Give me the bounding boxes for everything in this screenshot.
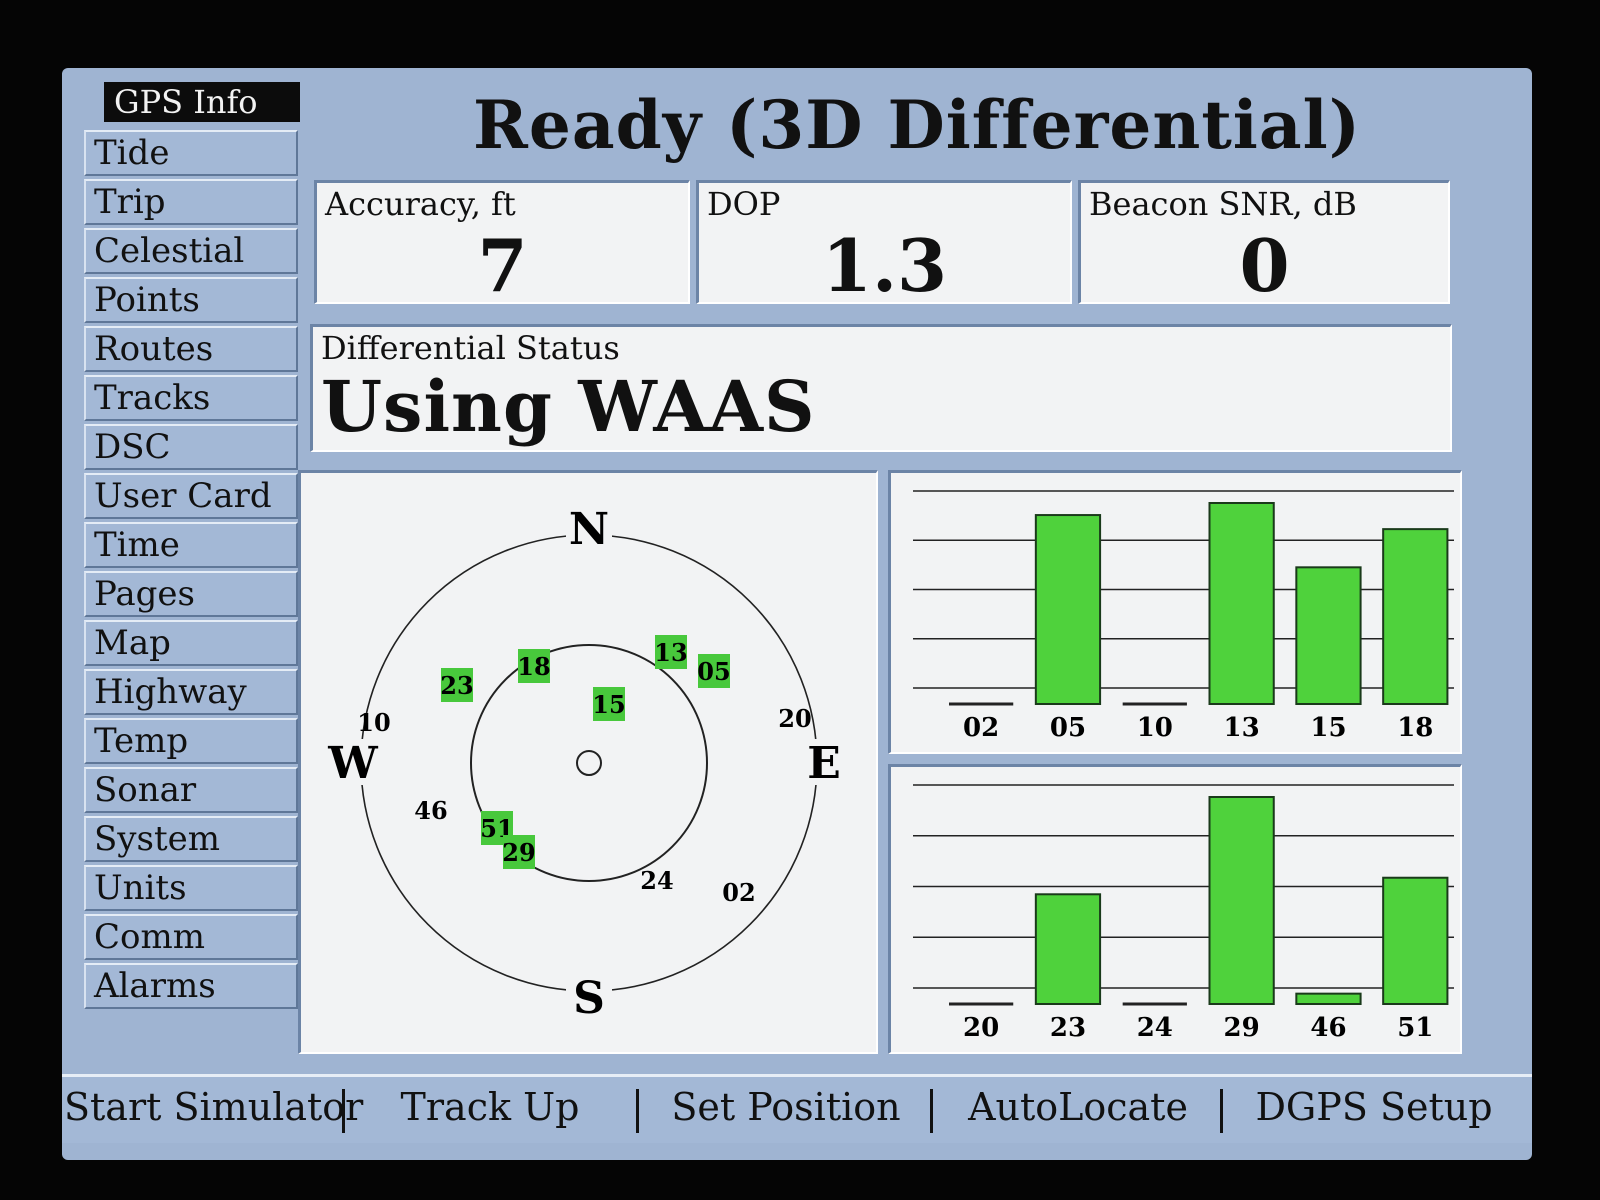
- signal-bar-13: [1208, 502, 1275, 705]
- satellite-13: 13: [654, 635, 688, 669]
- signal-bar-label-23: 23: [1050, 1013, 1086, 1043]
- gps-screen: GPS Info Tide Trip Celestial Points Rout…: [62, 68, 1532, 1160]
- softkey-divider: [930, 1089, 933, 1133]
- sidebar-item-time[interactable]: Time: [84, 522, 298, 568]
- dop-label: DOP: [707, 185, 781, 223]
- set-position-button[interactable]: Set Position: [642, 1077, 930, 1143]
- svg-text:23: 23: [440, 671, 473, 700]
- dgps-setup-button[interactable]: DGPS Setup: [1226, 1077, 1522, 1143]
- softkey-divider: [636, 1089, 639, 1133]
- sidebar-item-pages[interactable]: Pages: [84, 571, 298, 617]
- signal-bar-label-02: 02: [963, 713, 999, 743]
- south-label: S: [573, 973, 605, 1024]
- differential-status-label: Differential Status: [321, 329, 620, 367]
- sidebar-item-celestial[interactable]: Celestial: [84, 228, 298, 274]
- satellite-23: 23: [440, 668, 474, 702]
- sky-view-plot: N S W E 23 18 13 05 15 51 29 10 20 46 24…: [327, 504, 847, 1024]
- beacon-snr-value: 0: [1239, 223, 1290, 308]
- sidebar-item-sonar[interactable]: Sonar: [84, 767, 298, 813]
- signal-bar-label-18: 18: [1397, 713, 1433, 743]
- horizon-ring: [360, 534, 818, 992]
- sidebar-item-dsc[interactable]: DSC: [84, 424, 298, 470]
- east-label: E: [807, 738, 841, 789]
- sidebar-item-alarms[interactable]: Alarms: [84, 963, 298, 1009]
- track-up-button[interactable]: Track Up: [348, 1077, 632, 1143]
- svg-text:13: 13: [654, 638, 687, 667]
- signal-strength-panel-bottom: 20 23 24 29 46 51: [888, 764, 1462, 1054]
- dop-field[interactable]: DOP 1.3: [696, 180, 1072, 308]
- accuracy-field[interactable]: Accuracy, ft 7: [314, 180, 690, 308]
- softkey-divider: [342, 1089, 345, 1133]
- signal-bar-label-51: 51: [1397, 1013, 1433, 1043]
- sidebar-item-gps-info[interactable]: GPS Info: [104, 82, 300, 122]
- sidebar-item-user-card[interactable]: User Card: [84, 473, 298, 519]
- signal-bar-label-15: 15: [1310, 713, 1346, 743]
- differential-status-field[interactable]: Differential Status Using WAAS: [310, 324, 1452, 452]
- start-simulator-button[interactable]: Start Simulator: [64, 1077, 363, 1143]
- satellite-05: 05: [697, 654, 731, 688]
- signal-bar-label-46: 46: [1310, 1013, 1346, 1043]
- svg-text:29: 29: [502, 838, 535, 867]
- page-title: Ready (3D Differential): [473, 86, 1361, 164]
- accuracy-label: Accuracy, ft: [325, 185, 516, 223]
- sidebar-item-units[interactable]: Units: [84, 865, 298, 911]
- signal-bar-46: [1295, 992, 1362, 1005]
- signal-bar-label-05: 05: [1050, 713, 1086, 743]
- sidebar-item-map[interactable]: Map: [84, 620, 298, 666]
- dop-value: 1.3: [821, 223, 948, 308]
- signal-chart-bottom: 20 23 24 29 46 51: [913, 784, 1454, 1043]
- signal-bar-51: [1382, 876, 1449, 1005]
- signal-bar-label-10: 10: [1137, 713, 1173, 743]
- differential-status-value: Using WAAS: [321, 365, 816, 448]
- signal-bar-label-13: 13: [1224, 713, 1260, 743]
- sidebar-item-highway[interactable]: Highway: [84, 669, 298, 715]
- satellite-20: 20: [778, 704, 811, 733]
- accuracy-value: 7: [477, 223, 528, 308]
- beacon-snr-label: Beacon SNR, dB: [1089, 185, 1357, 223]
- softkey-divider: [1220, 1089, 1223, 1133]
- satellite-29: 29: [502, 835, 536, 869]
- svg-text:05: 05: [697, 657, 730, 686]
- satellite-10: 10: [357, 708, 390, 737]
- beacon-snr-field[interactable]: Beacon SNR, dB 0: [1078, 180, 1450, 308]
- satellite-15: 15: [592, 687, 626, 721]
- signal-strength-panel-top: 02 05 10 13 15 18: [888, 470, 1462, 754]
- signal-bar-18: [1382, 528, 1449, 705]
- signal-bar-29: [1208, 796, 1275, 1005]
- sidebar-item-trip[interactable]: Trip: [84, 179, 298, 225]
- softkey-bar: Start Simulator Track Up Set Position Au…: [62, 1074, 1532, 1143]
- signal-bar-label-20: 20: [963, 1013, 999, 1043]
- zenith-marker: [576, 750, 602, 776]
- sidebar-item-temp[interactable]: Temp: [84, 718, 298, 764]
- sidebar-menu: GPS Info Tide Trip Celestial Points Rout…: [62, 68, 302, 1068]
- sidebar-item-tide[interactable]: Tide: [84, 130, 298, 176]
- signal-bar-23: [1034, 893, 1102, 1005]
- svg-text:18: 18: [517, 652, 550, 681]
- sidebar-item-routes[interactable]: Routes: [84, 326, 298, 372]
- satellite-46: 46: [414, 796, 447, 825]
- west-label: W: [327, 738, 378, 789]
- satellite-02: 02: [722, 878, 755, 907]
- signal-chart-top: 02 05 10 13 15 18: [913, 490, 1454, 743]
- svg-text:15: 15: [592, 690, 625, 719]
- sidebar-item-comm[interactable]: Comm: [84, 914, 298, 960]
- sidebar-item-points[interactable]: Points: [84, 277, 298, 323]
- satellite-24: 24: [640, 866, 673, 895]
- signal-bar-label-24: 24: [1137, 1013, 1173, 1043]
- autolocate-button[interactable]: AutoLocate: [936, 1077, 1220, 1143]
- satellite-18: 18: [517, 649, 551, 683]
- north-label: N: [569, 504, 609, 555]
- sidebar-item-tracks[interactable]: Tracks: [84, 375, 298, 421]
- satellite-sky-view: N S W E 23 18 13 05 15 51 29 10 20 46 24…: [298, 470, 878, 1054]
- signal-bar-05: [1034, 514, 1102, 706]
- signal-bar-label-29: 29: [1224, 1013, 1260, 1043]
- signal-bar-15: [1295, 566, 1362, 705]
- sidebar-item-system[interactable]: System: [84, 816, 298, 862]
